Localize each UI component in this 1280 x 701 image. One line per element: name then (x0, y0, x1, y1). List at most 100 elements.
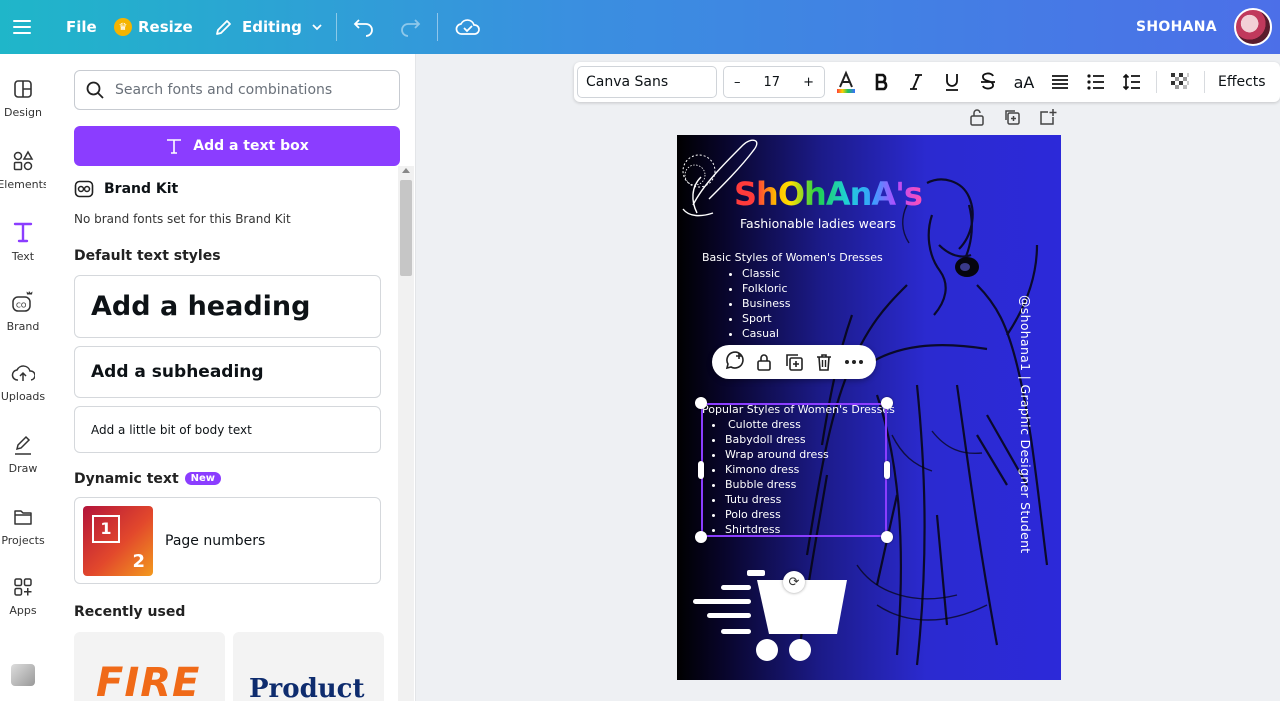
divider (437, 13, 438, 41)
rail-item-text[interactable]: Text (0, 220, 46, 263)
align-button[interactable] (1048, 70, 1072, 94)
vertical-handle-text[interactable]: @shohana1 | Graphic Designer Student (1018, 295, 1033, 554)
font-family-select[interactable]: Canva Sans (577, 66, 717, 98)
rotate-handle-icon[interactable]: ⟳ (783, 571, 805, 593)
rail-item-brand[interactable]: CO Brand (0, 290, 46, 333)
align-center-icon (1052, 75, 1068, 89)
list-item: Sport (742, 311, 791, 326)
brand-kit-title: Brand Kit (104, 181, 179, 197)
elements-icon (13, 150, 34, 171)
search-input[interactable]: Search fonts and combinations (74, 70, 400, 110)
brand-name-text[interactable]: ShOhAnA's (734, 175, 923, 213)
duplicate-icon[interactable] (784, 352, 804, 372)
file-menu-button[interactable]: File (66, 0, 97, 54)
brand-kit-header[interactable]: Brand Kit (74, 180, 178, 198)
rail-label: Brand (6, 320, 40, 333)
italic-button[interactable] (904, 70, 928, 94)
rail-item-uploads[interactable]: Uploads (0, 362, 46, 403)
scroll-up-arrow-icon[interactable] (402, 168, 410, 173)
undo-icon (353, 19, 373, 37)
projects-icon (14, 510, 32, 525)
list-item: Folkloric (742, 281, 791, 296)
effects-button[interactable]: Effects (1218, 62, 1266, 102)
dynamic-text-title: Dynamic text New (74, 471, 222, 487)
page-numbers-button[interactable]: 1 2 Page numbers (74, 497, 381, 584)
uploads-icon (11, 365, 35, 381)
rail-item-draw[interactable]: Draw (0, 434, 46, 475)
left-rail: Design Elements Text CO Brand Uploads Dr… (0, 54, 49, 701)
add-subheading-button[interactable]: Add a subheading (74, 346, 381, 398)
panel-scrollbar-thumb[interactable] (400, 180, 412, 276)
resize-handle-bottom-right[interactable] (881, 531, 893, 543)
text-toolbar: Canva Sans – 17 + aA Effects (574, 62, 1280, 102)
recent-font-fire[interactable]: FIRE (74, 632, 225, 701)
list-button[interactable] (1084, 70, 1108, 94)
resize-label: Resize (138, 18, 193, 36)
font-size-stepper[interactable]: – 17 + (723, 66, 825, 98)
divider (1156, 71, 1157, 93)
new-badge: New (184, 472, 222, 485)
effects-label: Effects (1218, 74, 1266, 90)
add-text-box-button[interactable]: Add a text box (74, 126, 400, 166)
redo-button[interactable] (398, 0, 422, 54)
resize-button[interactable]: ♛ Resize (114, 0, 193, 54)
resize-handle-left[interactable] (698, 461, 704, 479)
bold-button[interactable] (870, 70, 894, 94)
text-color-button[interactable] (834, 70, 858, 94)
add-heading-button[interactable]: Add a heading (74, 275, 381, 338)
rail-item-projects[interactable]: Projects (0, 506, 46, 547)
user-name[interactable]: SHOHANA (1136, 0, 1217, 54)
resize-handle-right[interactable] (884, 461, 890, 479)
rail-item-elements[interactable]: Elements (0, 150, 49, 191)
comment-add-icon[interactable] (723, 351, 745, 373)
text-selection-box[interactable] (701, 403, 887, 537)
delete-icon[interactable] (814, 352, 834, 372)
strikethrough-icon (981, 72, 995, 90)
brand-kit-icon (74, 180, 94, 198)
letter-case-button[interactable]: aA (1012, 70, 1036, 94)
recently-used-title: Recently used (74, 604, 186, 620)
basic-styles-list[interactable]: Classic Folkloric Business Sport Casual (742, 266, 791, 341)
duplicate-page-icon[interactable] (1003, 108, 1021, 126)
font-size-value[interactable]: 17 (764, 75, 781, 90)
divider (1204, 71, 1205, 93)
strikethrough-button[interactable] (976, 70, 1000, 94)
save-status-button[interactable] (455, 0, 481, 54)
brand-icon: CO (12, 291, 33, 312)
design-icon (14, 80, 32, 98)
crown-icon: ♛ (114, 18, 132, 36)
cloud-check-icon (455, 19, 480, 35)
resize-handle-top-right[interactable] (881, 397, 893, 409)
tagline-text[interactable]: Fashionable ladies wears (740, 216, 896, 231)
avatar[interactable] (1234, 8, 1272, 46)
underline-button[interactable] (940, 70, 964, 94)
rail-item-apps[interactable]: Apps (0, 576, 46, 617)
menu-icon[interactable] (12, 0, 36, 54)
lock-page-icon[interactable] (968, 108, 986, 126)
text-icon (167, 139, 182, 154)
add-body-text-button[interactable]: Add a little bit of body text (74, 406, 381, 453)
recent-font-product[interactable]: Product (233, 632, 384, 701)
spacing-button[interactable] (1120, 70, 1144, 94)
page-number-two: 2 (132, 550, 145, 572)
decrease-size-button[interactable]: – (734, 75, 741, 90)
rail-item-design[interactable]: Design (0, 78, 46, 119)
font-family-label: Canva Sans (586, 74, 669, 90)
lock-icon[interactable] (754, 352, 774, 372)
search-placeholder: Search fonts and combinations (115, 82, 333, 98)
italic-icon (910, 74, 922, 90)
more-options-icon[interactable] (843, 352, 865, 372)
add-text-box-label: Add a text box (193, 138, 309, 154)
line-spacing-icon (1122, 73, 1140, 91)
recent-design-thumbnail[interactable] (11, 664, 35, 686)
rail-label: Design (4, 106, 42, 119)
resize-handle-top-left[interactable] (695, 397, 707, 409)
increase-size-button[interactable]: + (803, 75, 814, 90)
rail-label: Projects (1, 534, 45, 547)
add-page-icon[interactable] (1039, 108, 1057, 126)
basic-styles-title[interactable]: Basic Styles of Women's Dresses (702, 251, 883, 264)
resize-handle-bottom-left[interactable] (695, 531, 707, 543)
editing-mode-button[interactable]: Editing (214, 0, 324, 54)
transparency-button[interactable] (1168, 70, 1192, 94)
undo-button[interactable] (352, 0, 376, 54)
